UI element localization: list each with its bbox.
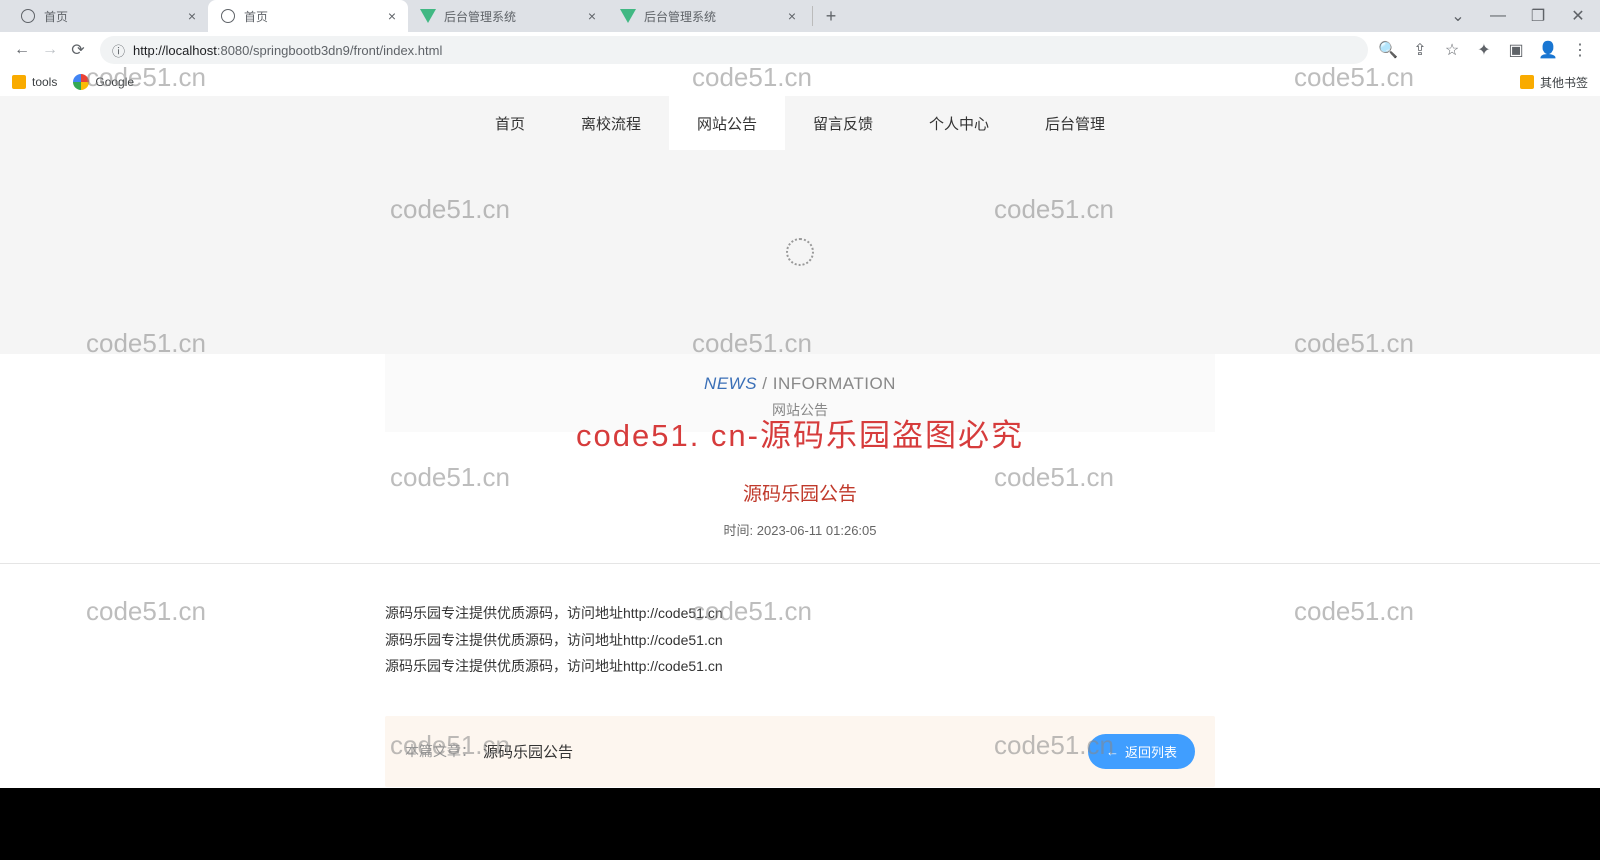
article-line: 源码乐园专注提供优质源码，访问地址http://code51.cn	[385, 627, 1215, 654]
browser-tab-3[interactable]: 后台管理系统 ×	[608, 0, 808, 32]
footer-label: 本篇文章：	[405, 741, 475, 761]
nav-item-leave-process[interactable]: 离校流程	[553, 96, 669, 150]
nav-item-admin[interactable]: 后台管理	[1017, 96, 1133, 150]
menu-icon[interactable]: ⋮	[1568, 40, 1592, 60]
maximize-icon[interactable]: ❐	[1524, 6, 1552, 26]
article-header: 源码乐园公告 时间: 2023-06-11 01:26:05	[0, 455, 1600, 557]
page-nav: 首页 离校流程 网站公告 留言反馈 个人中心 后台管理	[0, 96, 1600, 150]
watermark-bg: code51.cn	[1294, 596, 1414, 627]
close-icon[interactable]: ×	[788, 8, 796, 24]
browser-tab-2[interactable]: 后台管理系统 ×	[408, 0, 608, 32]
zoom-icon[interactable]: 🔍	[1376, 40, 1400, 60]
address-bar[interactable]: ⓘ http://localhost:8080/springbootb3dn9/…	[100, 36, 1368, 64]
bookmark-label: Google	[95, 75, 134, 89]
divider	[0, 563, 1600, 564]
arrow-left-icon: ←	[1106, 744, 1119, 759]
watermark-bg: code51.cn	[86, 596, 206, 627]
browser-tab-1[interactable]: 首页 ×	[208, 0, 408, 32]
section-title-en: NEWS / INFORMATION	[385, 374, 1215, 394]
reload-button[interactable]: ⟳	[64, 36, 92, 64]
tab-title: 后台管理系统	[444, 8, 580, 25]
time-value: 2023-06-11 01:26:05	[757, 523, 877, 538]
close-icon[interactable]: ×	[588, 8, 596, 24]
other-bookmarks[interactable]: 其他书签	[1520, 74, 1588, 91]
google-icon	[73, 74, 89, 90]
folder-icon	[1520, 75, 1534, 89]
article-body: 源码乐园专注提供优质源码，访问地址http://code51.cn 源码乐园专注…	[385, 600, 1215, 680]
tab-title: 首页	[44, 8, 180, 25]
footer-title: 源码乐园公告	[483, 741, 573, 762]
bookmark-label: tools	[32, 75, 57, 89]
tab-title: 后台管理系统	[644, 8, 780, 25]
watermark-overlay: code51. cn-源码乐园盗图必究	[0, 410, 1600, 455]
tab-title: 首页	[244, 8, 380, 25]
vue-icon	[620, 8, 636, 24]
info-icon: ⓘ	[112, 41, 125, 60]
nav-item-home[interactable]: 首页	[467, 96, 553, 150]
address-row: ← → ⟳ ⓘ http://localhost:8080/springboot…	[0, 32, 1600, 68]
footer-bar	[0, 788, 1600, 860]
banner	[0, 150, 1600, 354]
url-host: localhost	[166, 43, 217, 58]
article-line: 源码乐园专注提供优质源码，访问地址http://code51.cn	[385, 653, 1215, 680]
globe-icon	[220, 8, 236, 24]
chevron-down-icon[interactable]: ⌄	[1444, 6, 1472, 26]
vue-icon	[420, 8, 436, 24]
close-icon[interactable]: ×	[188, 8, 196, 24]
back-button-label: 返回列表	[1125, 742, 1177, 761]
close-icon[interactable]: ×	[388, 8, 396, 24]
url-path: :8080/springbootb3dn9/front/index.html	[217, 43, 443, 58]
globe-icon	[20, 8, 36, 24]
article-title: 源码乐园公告	[0, 479, 1600, 506]
time-label: 时间:	[724, 523, 754, 538]
nav-item-feedback[interactable]: 留言反馈	[785, 96, 901, 150]
browser-chrome: 首页 × 首页 × 后台管理系统 × 后台管理系统 × + ⌄ — ❐ ✕ ← …	[0, 0, 1600, 96]
new-tab-button[interactable]: +	[817, 6, 845, 27]
minimize-icon[interactable]: —	[1484, 7, 1512, 25]
folder-icon	[12, 75, 26, 89]
close-window-icon[interactable]: ✕	[1564, 6, 1592, 26]
back-button[interactable]: ←	[8, 36, 36, 64]
browser-tab-0[interactable]: 首页 ×	[8, 0, 208, 32]
nav-item-personal[interactable]: 个人中心	[901, 96, 1017, 150]
address-actions: 🔍 ⇪ ☆ ✦ ▣ 👤 ⋮	[1376, 40, 1592, 60]
bookmark-label: 其他书签	[1540, 74, 1588, 91]
extensions-icon[interactable]: ✦	[1472, 40, 1496, 60]
article-meta: 时间: 2023-06-11 01:26:05	[0, 520, 1600, 539]
article-footer: 本篇文章： 源码乐园公告 ← 返回列表	[385, 716, 1215, 787]
bookmark-tools[interactable]: tools	[12, 75, 57, 89]
profile-icon[interactable]: 👤	[1536, 40, 1560, 60]
star-icon[interactable]: ☆	[1440, 40, 1464, 60]
bookmark-google[interactable]: Google	[73, 74, 134, 90]
loading-spinner-icon	[786, 238, 814, 266]
url-prefix: http://	[133, 43, 166, 58]
nav-item-announcement[interactable]: 网站公告	[669, 96, 785, 150]
tab-divider	[812, 6, 813, 26]
tabs-row: 首页 × 首页 × 后台管理系统 × 后台管理系统 × + ⌄ — ❐ ✕	[0, 0, 1600, 32]
bookmarks-bar: tools Google 其他书签	[0, 68, 1600, 96]
back-to-list-button[interactable]: ← 返回列表	[1088, 734, 1195, 769]
article-line: 源码乐园专注提供优质源码，访问地址http://code51.cn	[385, 600, 1215, 627]
share-icon[interactable]: ⇪	[1408, 40, 1432, 60]
window-controls: ⌄ — ❐ ✕	[1444, 6, 1600, 26]
side-panel-icon[interactable]: ▣	[1504, 40, 1528, 60]
forward-button[interactable]: →	[36, 36, 64, 64]
